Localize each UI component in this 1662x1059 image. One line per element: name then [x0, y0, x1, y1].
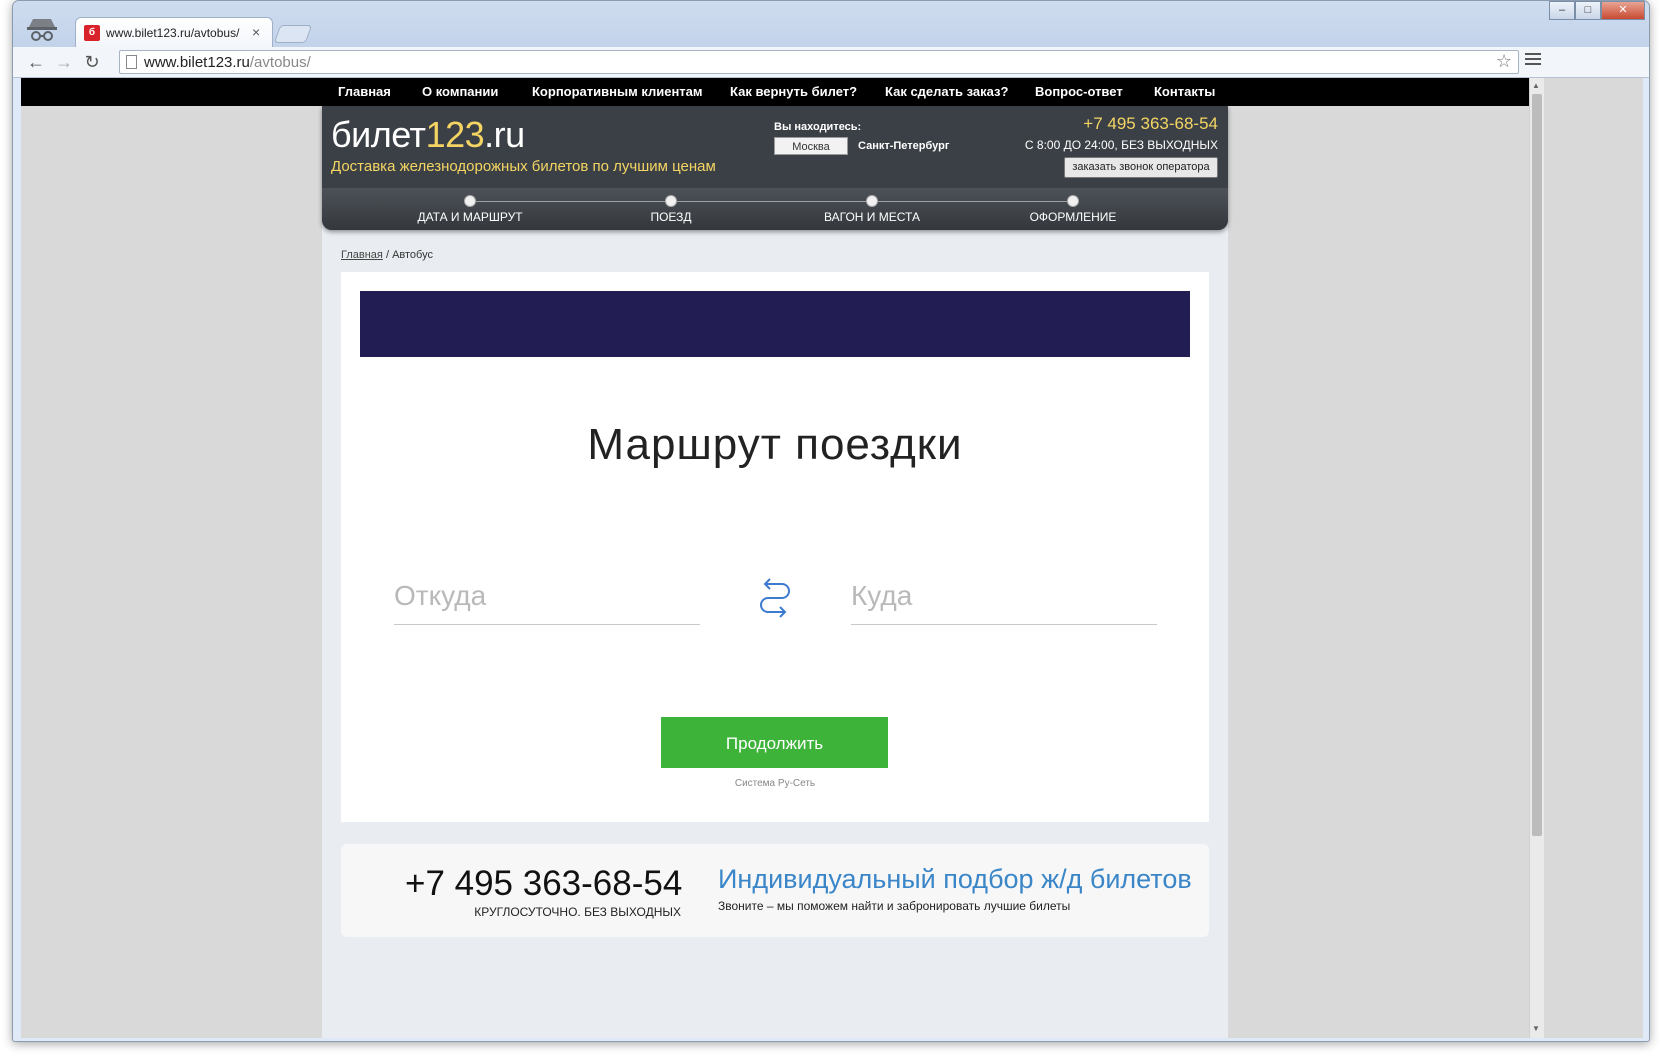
browser-tab[interactable]: б www.bilet123.ru/avtobus/ × — [75, 17, 273, 47]
working-hours: С 8:00 ДО 24:00, БЕЗ ВЫХОДНЫХ — [1024, 138, 1218, 152]
individual-selection-title: Индивидуальный подбор ж/д билетов — [718, 864, 1192, 894]
tab-title: www.bilet123.ru/avtobus/ — [106, 26, 240, 40]
scroll-down-icon[interactable]: ▼ — [1532, 1024, 1540, 1033]
breadcrumb-home-link[interactable]: Главная — [341, 249, 383, 261]
nav-home[interactable]: Главная — [338, 84, 391, 99]
callback-button[interactable]: заказать звонок оператора — [1064, 157, 1218, 178]
site-favicon-icon: б — [84, 25, 100, 41]
banner — [360, 291, 1190, 357]
step-car-seats: ВАГОН И МЕСТА — [824, 210, 920, 224]
route-title: Маршрут поездки — [587, 420, 963, 469]
breadcrumb: Главная / Автобус — [341, 249, 433, 261]
url-path: /avtobus/ — [249, 54, 311, 71]
page-icon — [126, 55, 137, 69]
tab-strip: б www.bilet123.ru/avtobus/ × – □ ✕ — [13, 1, 1649, 47]
maximize-icon[interactable]: □ — [1575, 1, 1601, 20]
breadcrumb-separator: / — [385, 249, 389, 261]
tagline: Доставка железнодорожных билетов по лучш… — [331, 158, 716, 175]
forward-icon[interactable]: → — [53, 51, 75, 73]
window-controls: – □ ✕ — [1549, 1, 1647, 21]
url-text: www.bilet123.ru/avtobus/ — [144, 54, 311, 71]
city-moscow-button[interactable]: Москва — [774, 137, 848, 155]
contact-block: +7 495 363-68-54 КРУГЛОСУТОЧНО. БЕЗ ВЫХО… — [341, 844, 1209, 937]
logo-suffix: .ru — [484, 114, 525, 155]
nav-how-to-order[interactable]: Как сделать заказ? — [885, 84, 1008, 99]
incognito-icon — [27, 19, 57, 41]
step-dot — [866, 195, 878, 207]
minimize-icon[interactable]: – — [1549, 1, 1575, 20]
route-card: Маршрут поездки Продолжить Система Ру-Се… — [341, 272, 1209, 822]
nav-contacts[interactable]: Контакты — [1154, 84, 1215, 99]
step-dot — [665, 195, 677, 207]
address-bar[interactable]: www.bilet123.ru/avtobus/ ☆ — [119, 50, 1519, 74]
step-train: ПОЕЗД — [650, 210, 692, 224]
nav-faq[interactable]: Вопрос-ответ — [1035, 84, 1123, 99]
reload-icon[interactable]: ↻ — [81, 51, 103, 73]
nav-about[interactable]: О компании — [422, 84, 498, 99]
from-field — [394, 572, 700, 625]
to-field — [851, 572, 1157, 625]
continue-button[interactable]: Продолжить — [661, 717, 888, 768]
tab-close-icon[interactable]: × — [252, 24, 260, 40]
individual-selection-subtitle: Звоните – мы поможем найти и забронирова… — [718, 899, 1071, 913]
logo-text: билет — [331, 114, 426, 155]
step-checkout: ОФОРМЛЕНИЕ — [1029, 210, 1117, 224]
contact-phone: +7 495 363-68-54 — [405, 864, 683, 903]
from-input[interactable] — [394, 572, 700, 620]
browser-toolbar: ← → ↻ www.bilet123.ru/avtobus/ ☆ — [13, 47, 1649, 78]
star-icon[interactable]: ☆ — [1496, 51, 1512, 72]
url-host: www.bilet123.ru — [144, 54, 250, 71]
site-header: билет123.ru Доставка железнодорожных бил… — [322, 106, 1228, 230]
city-spb-link[interactable]: Санкт-Петербург — [858, 140, 949, 152]
step-date-route: ДАТА И МАРШРУТ — [417, 210, 523, 224]
header-phone: +7 495 363-68-54 — [1083, 114, 1218, 133]
page-scrollbar[interactable]: ▲ ▼ — [1529, 78, 1544, 1038]
nav-corporate[interactable]: Корпоративным клиентам — [532, 84, 703, 99]
nav-refund[interactable]: Как вернуть билет? — [730, 84, 857, 99]
close-window-icon[interactable]: ✕ — [1601, 1, 1645, 20]
steps-line — [470, 201, 1074, 202]
to-input[interactable] — [851, 572, 1157, 620]
step-dot — [1067, 195, 1079, 207]
breadcrumb-current: Автобус — [392, 249, 433, 261]
scroll-thumb[interactable] — [1532, 94, 1542, 836]
top-navigation: Главная О компании Корпоративным клиента… — [21, 78, 1529, 106]
browser-window: б www.bilet123.ru/avtobus/ × – □ ✕ ← → ↻… — [12, 0, 1650, 1042]
menu-icon[interactable] — [1525, 53, 1541, 69]
new-tab-button[interactable] — [273, 25, 313, 43]
location-label: Вы находитесь: — [774, 121, 862, 133]
scroll-up-icon[interactable]: ▲ — [1532, 81, 1540, 90]
back-icon[interactable]: ← — [25, 51, 47, 73]
site-logo[interactable]: билет123.ru — [331, 114, 525, 156]
swap-direction-icon[interactable] — [758, 576, 792, 618]
page-viewport: Главная О компании Корпоративным клиента… — [21, 78, 1643, 1038]
contact-phone-note: КРУГЛОСУТОЧНО. БЕЗ ВЫХОДНЫХ — [474, 905, 681, 919]
step-dot — [464, 195, 476, 207]
logo-number: 123 — [425, 114, 485, 155]
system-caption: Система Ру-Сеть — [734, 778, 816, 789]
page-column: билет123.ru Доставка железнодорожных бил… — [322, 106, 1228, 1038]
